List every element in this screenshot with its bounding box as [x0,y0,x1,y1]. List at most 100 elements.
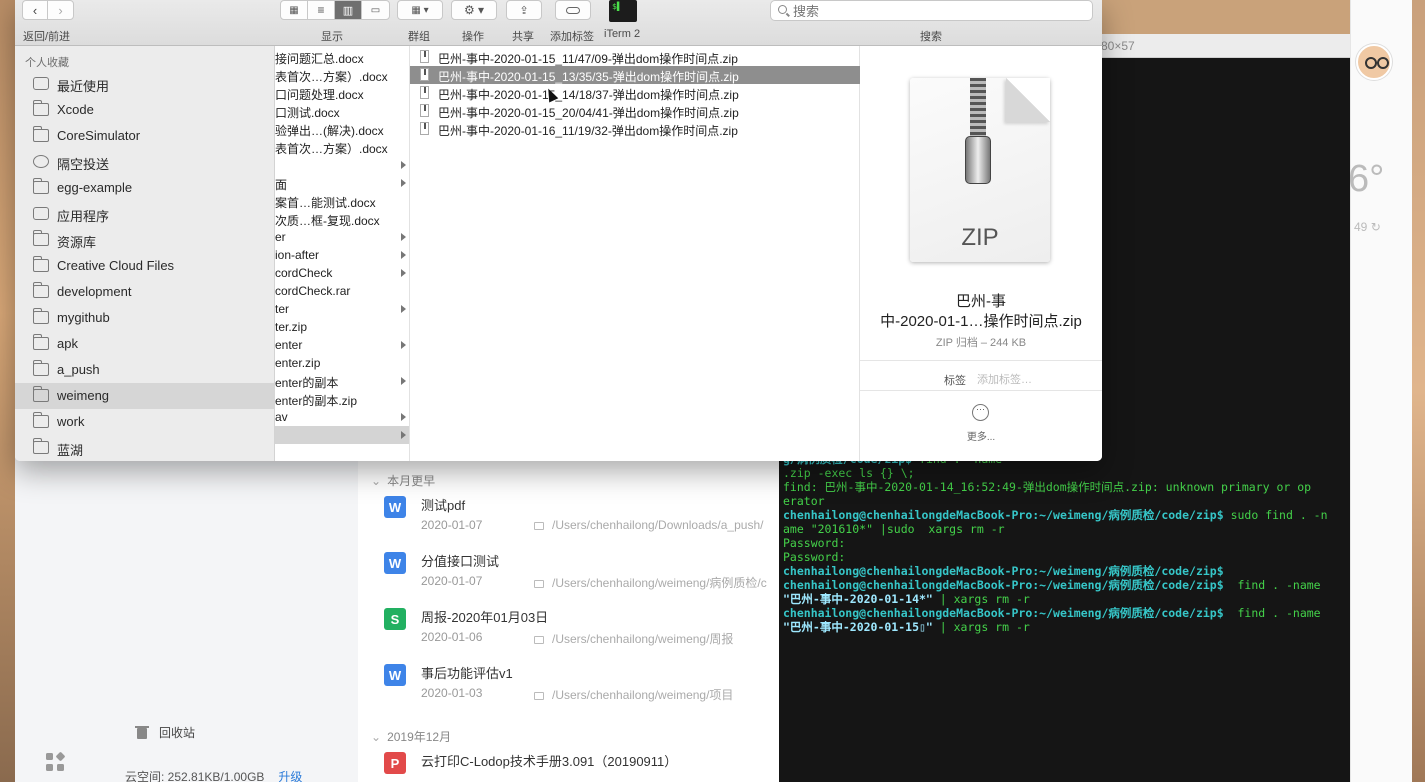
column1-item[interactable]: enter.zip [275,354,409,372]
column1-item-label: 口测试.docx [275,106,340,120]
group-header[interactable]: ⌄ 本月更早 [371,472,435,489]
column1-item[interactable]: 表首次…方案）.docx [275,138,409,156]
column1-item[interactable]: ter.zip [275,318,409,336]
sidebar-item[interactable]: Xcode [15,97,275,123]
column1-item[interactable]: er [275,228,409,246]
zip-file-row[interactable]: 巴州-事中-2020-01-15_14/18/37-弹出dom操作时间点.zip [410,84,860,102]
column1-item[interactable]: 口测试.docx [275,102,409,120]
gear-icon: ⚙ ▾ [463,3,485,17]
column1-item-label: ter.zip [275,320,308,334]
column1-item-label: enter.zip [275,356,321,370]
doc-name: 测试pdf [421,498,466,513]
weather-widget [1350,0,1412,782]
column1-item[interactable]: ion-after [275,246,409,264]
share-icon: ⇪ [519,4,529,17]
more-button[interactable]: 更多... [860,428,1102,443]
sidebar-item[interactable]: 隔空投送 [15,149,275,175]
upgrade-link[interactable]: 升级 [278,770,302,782]
column1-item[interactable] [275,426,409,444]
group-header[interactable]: ⌄ 2019年12月 [371,728,451,745]
column1-item[interactable]: enter的副本.zip [275,390,409,408]
column1-item[interactable]: 口问题处理.docx [275,84,409,102]
column1-item[interactable]: cordCheck [275,264,409,282]
zip-file-row[interactable]: 巴州-事中-2020-01-15_13/35/35-弹出dom操作时间点.zip [410,66,860,84]
sidebar-item[interactable]: a_push [15,357,275,383]
folder-icon [33,360,49,376]
zip-file-name: 巴州-事中-2020-01-15_11/47/09-弹出dom操作时间点.zip [438,52,738,66]
column1-item[interactable]: 次质…框-复现.docx [275,210,409,228]
divider [860,390,1102,391]
finder-window[interactable]: ‹ › 返回/前进 ▦ ≡ ▥ ▭ 显示 ▦ ▾ 群组 ⚙ ▾ 操作 ⇪ 共享 … [15,0,1102,461]
column1-item[interactable]: enter的副本 [275,372,409,390]
sidebar-item[interactable]: 最近使用 [15,71,275,97]
avatar[interactable] [1356,44,1392,80]
sidebar-item[interactable]: development [15,279,275,305]
zip-file-row[interactable]: 巴州-事中-2020-01-15_11/47/09-弹出dom操作时间点.zip [410,48,860,66]
iterm-app-button[interactable]: $▌ [609,0,637,22]
back-button[interactable]: ‹ [23,1,49,19]
doc-row[interactable]: W 测试pdf 2020-01-07/Users/chenhailong/Downl… [384,490,784,542]
finder-column-1[interactable]: 接问题汇总.docx 表首次…方案）.docx 口问题处理.docx 口测试.docx… [275,46,410,461]
tag-button[interactable] [555,0,591,20]
share-button[interactable]: ⇪ [506,0,542,20]
column-view-button[interactable]: ▥ [335,1,362,19]
column1-item[interactable]: cordCheck.rar [275,282,409,300]
gallery-view-button[interactable]: ▭ [362,1,389,19]
action-button[interactable]: ⚙ ▾ [451,0,497,20]
column1-item[interactable]: 验弹出…(解决).docx [275,120,409,138]
column1-item[interactable]: 表首次…方案）.docx [275,66,409,84]
zip-file-name: 巴州-事中-2020-01-15_13/35/35-弹出dom操作时间点.zip [438,70,739,84]
search-icon [778,5,787,14]
doc-path: /Users/chenhailong/weimeng/周报 [534,630,784,647]
sidebar-item[interactable]: mygithub [15,305,275,331]
column1-item[interactable]: enter [275,336,409,354]
sidebar-item[interactable]: apk [15,331,275,357]
terminal-line-text: .zip -exec ls {} \; [783,466,915,480]
column1-item[interactable] [275,156,409,174]
zip-file-row[interactable]: 巴州-事中-2020-01-15_20/04/41-弹出dom操作时间点.zip [410,102,860,120]
sidebar-item[interactable]: 资源库 [15,227,275,253]
doc-row[interactable]: W 事后功能评估v1 2020-01-03/Users/chenhailong/we… [384,658,784,710]
finder-column-2[interactable]: 巴州-事中-2020-01-15_11/47/09-弹出dom操作时间点.zip… [410,46,860,461]
sidebar-item-label: Creative Cloud Files [57,258,175,273]
sidebar-item[interactable]: 应用程序 [15,201,275,227]
column1-item[interactable]: 接问题汇总.docx [275,48,409,66]
list-view-button[interactable]: ≡ [308,1,335,19]
search-input[interactable] [793,3,1083,19]
chevron-right-icon [401,341,406,349]
terminal-line: find: 巴州-事中-2020-01-14_16:52:49-弹出dom操作时… [783,480,1348,494]
icon-view-button[interactable]: ▦ [281,1,308,19]
sidebar-item[interactable]: work [15,409,275,435]
column1-item[interactable]: 案首…能测试.docx [275,192,409,210]
forward-button[interactable]: › [48,1,73,19]
apps-grid-icon[interactable] [45,752,65,772]
zip-file-row[interactable]: 巴州-事中-2020-01-16_11/19/32-弹出dom操作时间点.zip [410,120,860,138]
list-icon: ≡ [317,3,325,17]
group-button[interactable]: ▦ ▾ [397,0,443,20]
preview-tag-input[interactable]: 添加标签… [977,371,1032,387]
column1-item-label: enter [275,338,303,352]
sidebar-item[interactable]: CoreSimulator [15,123,275,149]
refresh-icon[interactable]: ↻ [1371,220,1381,234]
sidebar-item[interactable]: weimeng [15,383,275,409]
column1-item-label: av [275,410,288,424]
folder-icon [33,100,49,116]
column1-item[interactable]: ter [275,300,409,318]
column1-item[interactable]: av [275,408,409,426]
sidebar-item[interactable]: 蓝湖 [15,435,275,461]
column1-item[interactable]: 面 [275,174,409,192]
share-label: 共享 [512,31,534,43]
folder-icon [33,412,49,428]
terminal-line: .zip -exec ls {} \; [783,466,1348,480]
desktop-wallpaper [0,0,15,782]
doc-row[interactable]: W 分值接口测试 2020-01-07/Users/chenhailong/weim… [384,546,784,598]
doc-row[interactable]: P 云打印C-Lodop技术手册3.091（20190911） [384,746,784,782]
search-field[interactable] [770,0,1093,21]
sidebar-item[interactable]: egg-example [15,175,275,201]
doc-row[interactable]: S 周报-2020年01月03日 2020-01-06/Users/chenhail… [384,602,784,654]
terminal-line-text: chenhailong@chenhailongdeMacBook-Pro:~/w… [783,564,1231,578]
column1-item-label: 口问题处理.docx [275,88,364,102]
sidebar-item[interactable]: Creative Cloud Files [15,253,275,279]
more-icon[interactable]: ··· [972,404,989,421]
iterm-icon: $▌ [612,2,622,11]
